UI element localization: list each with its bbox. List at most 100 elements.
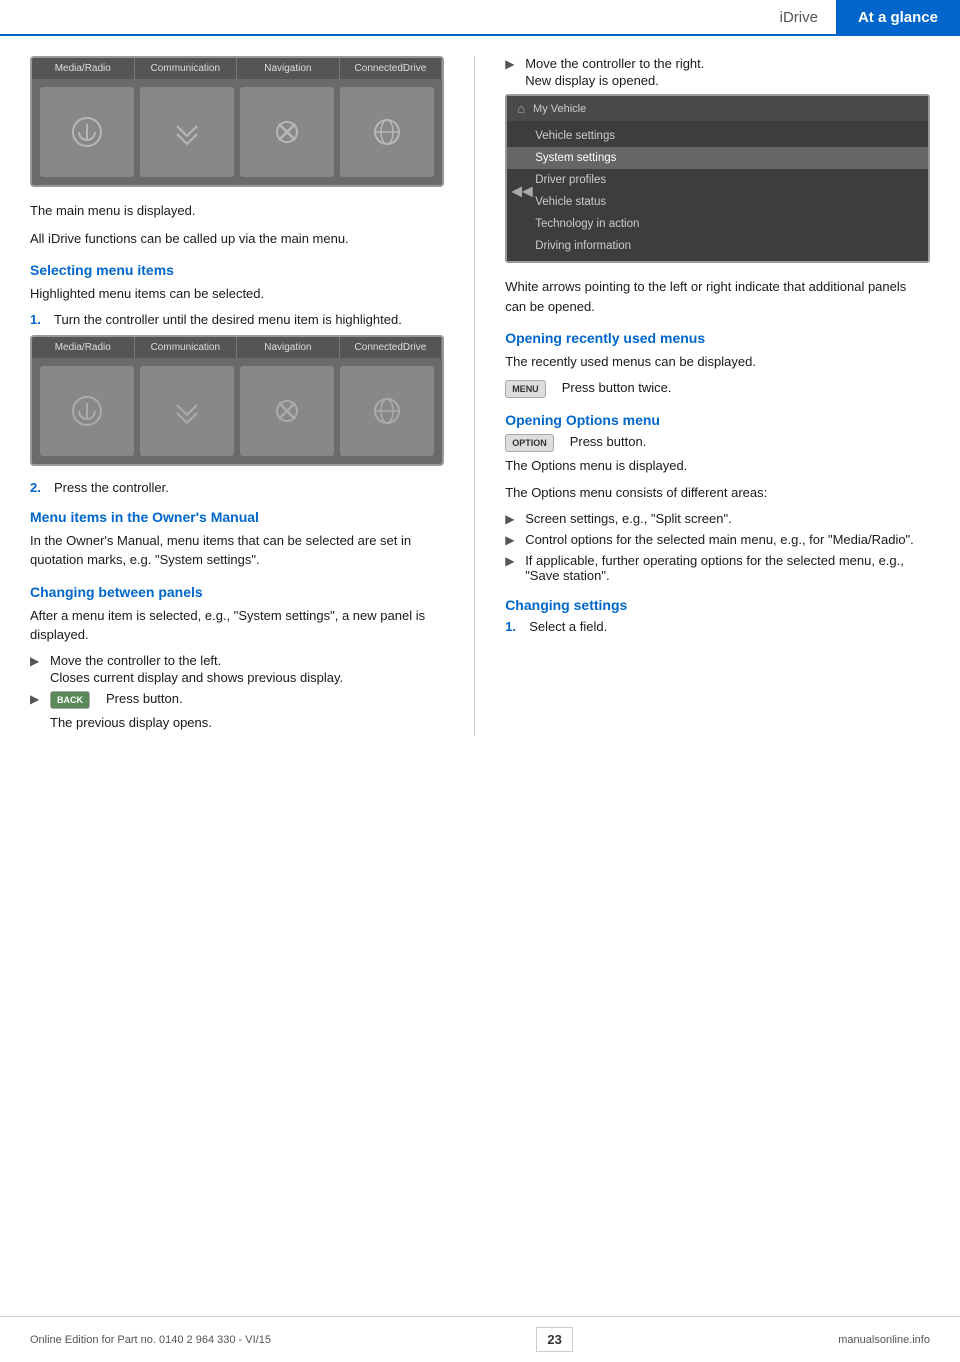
main-content: Media/Radio Communication Navigation Con… [0,36,960,756]
bullet-move-right: ▶ Move the controller to the right. New … [505,56,930,88]
step-1-text: Turn the controller until the desired me… [54,312,402,327]
options-bullet3-text: If applicable, further operating options… [525,553,930,583]
screen-tab-media: Media/Radio [32,58,135,79]
options-bullet1-arrow: ▶ [505,512,519,526]
bullet1-sub: Closes current display and shows previou… [50,670,343,685]
screen-body-2 [32,358,442,464]
options-bullet3-arrow: ▶ [505,554,519,583]
home-icon: ⌂ [517,101,525,116]
screen-tab-comm: Communication [135,58,238,79]
bullet-move-left: ▶ Move the controller to the left. Close… [30,653,444,685]
back-btn-row: BACK Press button. [50,691,212,709]
options-consists: The Options menu consists of different a… [505,483,930,503]
options-bullet1-text: Screen settings, e.g., "Split screen". [525,511,732,526]
bullet2-arrow: ▶ [30,692,44,730]
screen-tile-3 [240,87,334,177]
recently-used-text: The recently used menus can be displayed… [505,352,930,372]
screen-top-bar-2: Media/Radio Communication Navigation Con… [32,337,442,358]
bmw-menu-header-text: My Vehicle [533,103,586,115]
bmw-menu-item-system-settings: System settings [507,147,928,169]
screen-tile-2-2 [140,366,234,456]
changing-settings-step1-text: Select a field. [529,619,607,634]
bmw-menu-wrapper: ◀◀ Vehicle settings System settings Driv… [507,121,928,261]
bullet1-text-group: Move the controller to the left. Closes … [50,653,343,685]
bmw-menu-item-driver-profiles: Driver profiles [507,169,928,191]
bmw-menu-item-technology: Technology in action [507,213,928,235]
left-column: Media/Radio Communication Navigation Con… [30,56,475,736]
option-button-mockup: OPTION [505,434,554,452]
menu-items-text: In the Owner's Manual, menu items that c… [30,531,444,570]
page-number: 23 [536,1327,572,1352]
bullet-right-sub: New display is opened. [525,73,704,88]
menu-button-mockup: MENU [505,380,546,398]
screen-tile-2-1 [40,366,134,456]
selecting-heading: Selecting menu items [30,262,444,278]
option-btn-row: OPTION Press button. [505,434,930,452]
selecting-intro: Highlighted menu items can be selected. [30,284,444,304]
bmw-menu-item-driving-info: Driving information [507,235,928,257]
screen-tile-2 [140,87,234,177]
bmw-menu-item-vehicle-status: Vehicle status [507,191,928,213]
screen-tab-media-2: Media/Radio [32,337,135,358]
page-header: iDrive At a glance [0,0,960,36]
step-2-num: 2. [30,480,46,495]
intro-text-2: All iDrive functions can be called up vi… [30,229,444,249]
arrow-left-icon: ◀◀ [511,183,533,200]
screen-tab-nav: Navigation [237,58,340,79]
screen-tile-2-4 [340,366,434,456]
bullet2-text-group: BACK Press button. The previous display … [50,691,212,730]
screen-tab-nav-2: Navigation [237,337,340,358]
step-2-item: 2. Press the controller. [30,480,444,495]
footer-left-text: Online Edition for Part no. 0140 2 964 3… [30,1334,271,1346]
screen-body-1 [32,79,442,185]
screen-mockup-2: Media/Radio Communication Navigation Con… [30,335,444,466]
screen-mockup-1: Media/Radio Communication Navigation Con… [30,56,444,187]
page-footer: Online Edition for Part no. 0140 2 964 3… [0,1316,960,1362]
screen-tab-connected: ConnectedDrive [340,58,443,79]
bmw-menu-screen: ⌂ My Vehicle ◀◀ Vehicle settings System … [505,94,930,263]
options-bullet-3: ▶ If applicable, further operating optio… [505,553,930,583]
step-1-item: 1. Turn the controller until the desired… [30,312,444,327]
bullet-right-arrow: ▶ [505,57,519,88]
options-bullet-1: ▶ Screen settings, e.g., "Split screen". [505,511,930,526]
changing-panels-text: After a menu item is selected, e.g., "Sy… [30,606,444,645]
changing-panels-heading: Changing between panels [30,584,444,600]
bmw-menu-item-vehicle-settings: Vehicle settings [507,125,928,147]
screen-tile-1 [40,87,134,177]
header-at-a-glance-label: At a glance [836,0,960,34]
bullet1-text: Move the controller to the left. [50,653,343,668]
bullet2-sub: The previous display opens. [50,715,212,730]
screen-tile-2-3 [240,366,334,456]
bullet-right-text-group: Move the controller to the right. New di… [525,56,704,88]
bullet2-text: Press button. [106,691,183,706]
screen-tile-4 [340,87,434,177]
changing-settings-step1-num: 1. [505,619,521,634]
step-1-num: 1. [30,312,46,327]
screen-top-bar-1: Media/Radio Communication Navigation Con… [32,58,442,79]
right-column: ▶ Move the controller to the right. New … [475,56,930,736]
options-displayed: The Options menu is displayed. [505,456,930,476]
footer-right-text: manualsonline.info [838,1334,930,1346]
bmw-menu-header: ⌂ My Vehicle [507,96,928,121]
bullet-right-text: Move the controller to the right. [525,56,704,71]
bmw-menu-items: Vehicle settings System settings Driver … [507,121,928,261]
recently-used-heading: Opening recently used menus [505,330,930,346]
header-idrive-label: iDrive [762,9,836,26]
bullet1-arrow: ▶ [30,654,44,685]
step-2-text: Press the controller. [54,480,169,495]
menu-items-heading: Menu items in the Owner's Manual [30,509,444,525]
recently-used-instruction: Press button twice. [562,380,672,395]
intro-text-1: The main menu is displayed. [30,201,444,221]
back-button-mockup: BACK [50,691,90,709]
white-arrows-text: White arrows pointing to the left or rig… [505,277,930,316]
options-bullet-2: ▶ Control options for the selected main … [505,532,930,547]
options-heading: Opening Options menu [505,412,930,428]
options-bullet2-arrow: ▶ [505,533,519,547]
options-bullet2-text: Control options for the selected main me… [525,532,914,547]
changing-settings-heading: Changing settings [505,597,930,613]
options-instruction: Press button. [570,434,647,449]
changing-settings-step1: 1. Select a field. [505,619,930,634]
screen-tab-connected-2: ConnectedDrive [340,337,443,358]
bullet-back-button: ▶ BACK Press button. The previous displa… [30,691,444,730]
menu-btn-row: MENU Press button twice. [505,380,930,398]
